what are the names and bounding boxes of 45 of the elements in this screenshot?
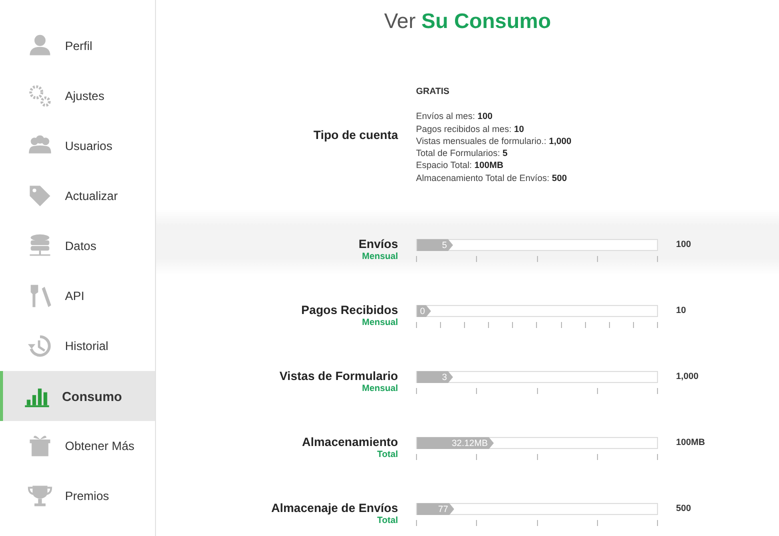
- usage-name: Envíos: [358, 237, 398, 252]
- period-label: Total: [377, 515, 398, 526]
- usage-value: 32.12MB: [452, 438, 488, 448]
- database-icon: [27, 233, 53, 259]
- usage-name: Almacenaje de Envíos: [271, 501, 398, 516]
- usage-value: 3: [442, 372, 447, 382]
- sidebar-item[interactable]: Perfil: [0, 21, 155, 71]
- usage-value: 77: [438, 504, 448, 514]
- sidebar-item[interactable]: API: [0, 271, 155, 321]
- sidebar-item[interactable]: Obtener Más: [0, 421, 155, 471]
- sidebar-item[interactable]: Ajustes: [0, 71, 155, 121]
- usage-value: 0: [420, 306, 425, 316]
- trophy-icon: [27, 483, 53, 509]
- usage-limit: 100MB: [676, 437, 706, 448]
- sidebar-item[interactable]: Actualizar: [0, 171, 155, 221]
- plan-name: GRATIS: [416, 85, 450, 98]
- sidebar-item[interactable]: Consumo: [0, 371, 155, 421]
- account-type-label: Tipo de cuenta: [312, 128, 398, 142]
- period-label: Mensual: [362, 317, 398, 328]
- sidebar-item[interactable]: Datos: [0, 221, 155, 271]
- usage-name: Vistas de Formulario: [280, 369, 398, 384]
- plan-detail: Almacenamiento Total de Envíos: 500: [416, 172, 568, 184]
- sidebar-item[interactable]: Historial: [0, 321, 155, 371]
- usage-limit: 100: [676, 239, 692, 250]
- plan-detail: Vistas mensuales de formulario.: 1,000: [416, 134, 572, 148]
- usage-name: Almacenamiento: [302, 435, 398, 450]
- usage-name: Pagos Recibidos: [301, 303, 398, 318]
- sidebar-item[interactable]: Usuarios: [0, 121, 155, 171]
- plan-detail: Espacio Total: 100MB: [416, 159, 504, 172]
- period-label: Mensual: [362, 383, 398, 394]
- history-icon: [27, 333, 53, 359]
- gears-icon: [27, 83, 53, 109]
- usage-limit: 1,000: [676, 371, 700, 382]
- usage-value: 5: [442, 240, 447, 250]
- page-title: Ver Su Consumo: [384, 10, 551, 34]
- gift-icon: [27, 433, 53, 459]
- tag-icon: [27, 183, 53, 209]
- period-label: Total: [377, 449, 398, 460]
- period-label: Mensual: [362, 251, 398, 262]
- plan-detail: Pagos recibidos al mes: 10: [416, 122, 526, 135]
- plan-detail: Total de Formularios: 5: [416, 147, 509, 160]
- usage-limit: 10: [676, 305, 688, 316]
- usage-limit: 500: [676, 503, 692, 514]
- plan-detail: Envíos al mes: 100: [416, 110, 494, 123]
- sidebar-item[interactable]: Premios: [0, 471, 155, 521]
